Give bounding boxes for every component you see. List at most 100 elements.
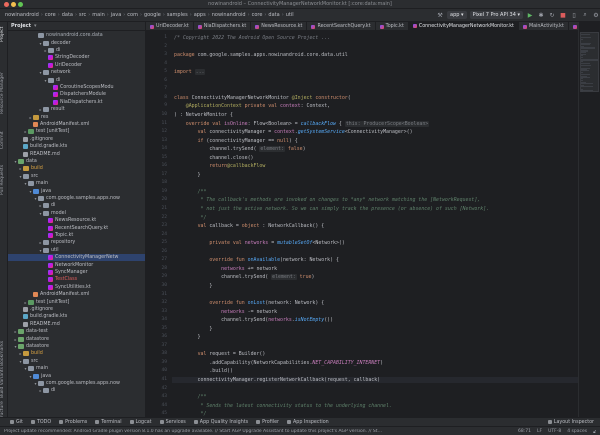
project-tree-item[interactable]: NetworkMonitor [8,261,145,268]
project-tree-item[interactable]: NewsResource.kt [8,217,145,224]
settings-icon[interactable]: ⚙ [592,11,600,19]
project-tree-item[interactable]: DispatchersModule [8,91,145,98]
breadcrumb-item[interactable]: samples [165,12,190,18]
editor-tab[interactable]: Topic.kt [376,22,409,30]
bottom-tool-button[interactable]: Logcat [129,420,152,425]
project-tree-item[interactable]: ▾ java [8,372,145,379]
bottom-tool-button[interactable]: Terminal [95,420,122,425]
editor-tab[interactable]: RecentSearchQuery.kt [307,22,376,30]
project-tree-item[interactable]: ▾ main [8,365,145,372]
project-tool-tab[interactable]: Project [0,24,8,44]
breadcrumb-item[interactable]: core [250,12,265,18]
stop-icon[interactable]: ■ [559,11,567,19]
project-tree-item[interactable]: ▾ main [8,180,145,187]
editor-tab[interactable]: UriDecoder.kt [146,22,194,30]
bottom-tool-button[interactable]: Git [10,420,23,425]
project-tree-item[interactable]: ▾ model [8,210,145,217]
project-tree-item[interactable]: CoroutineScopesModu [8,84,145,91]
project-tree-item[interactable]: ▸ build [8,350,145,357]
project-tree-item[interactable]: TestClass [8,276,145,283]
project-tree-item[interactable]: ▾ decoder [8,39,145,46]
breadcrumb-item[interactable]: google [142,12,163,18]
project-tree-item[interactable]: AndroidManifest.xml [8,121,145,128]
breadcrumb-item[interactable]: data [266,12,281,18]
editor-scrollbar[interactable] [578,22,600,417]
project-tree-item[interactable]: ▸ di [8,202,145,209]
breadcrumb-item[interactable]: core [43,12,58,18]
breadcrumb-item[interactable]: com [125,12,140,18]
inlay-hint[interactable]: this: ProducerScope<Boolean> [344,120,430,127]
editor-tab[interactable]: Sear [569,22,578,30]
breadcrumb-item[interactable]: data [60,12,75,18]
bottom-tool-button[interactable]: Profiler [256,420,279,425]
breadcrumb-item[interactable]: util [284,12,296,18]
bottom-tool-button[interactable]: Services [159,420,186,425]
project-tree-item[interactable]: nowinandroid.core.data [8,32,145,39]
project-tree-item[interactable]: AndroidManifest.xml [8,291,145,298]
project-tree-item[interactable]: ▾ com.google.samples.apps.now [8,380,145,387]
project-tree-item[interactable]: ▸ test [unitTest] [8,128,145,135]
search-icon[interactable]: ⌕ [581,11,589,19]
bottom-tool-button[interactable]: App Quality Insights [193,420,248,425]
editor-tab[interactable]: NiaDispatchers.kt [194,22,252,30]
lock-icon[interactable]: 🔓︎ [593,429,596,435]
editor-tab[interactable]: ConnectivityManagerNetworkMonitor.kt [408,22,519,30]
bottom-tool-button[interactable]: App Inspection [287,420,329,425]
project-tree-item[interactable]: StringDecoder [8,54,145,61]
project-tree-item[interactable]: SyncManager [8,269,145,276]
pull-requests-tool-tab[interactable]: Pull Requests [0,162,8,198]
chevron-down-icon[interactable]: ▾ [34,23,37,29]
breadcrumb-item[interactable]: src [77,12,88,18]
breadcrumb-item[interactable]: main [90,12,107,18]
run-icon[interactable]: ▶ [526,11,534,19]
project-tree-item[interactable]: ▸ datastore [8,335,145,342]
project-tree-item[interactable]: ▸ data-test [8,328,145,335]
project-tree-item[interactable]: ▸ di [8,387,145,394]
inlay-hint[interactable]: element: [259,146,285,153]
build-variants-tool-tab[interactable]: Build Variants [0,367,8,398]
bottom-tool-button[interactable]: TODO [30,420,51,425]
project-tree-item[interactable]: README.md [8,321,145,328]
indent-setting[interactable]: 4 spaces [567,429,587,434]
project-tree-item[interactable]: .gitignore [8,136,145,143]
editor-tab[interactable]: NewsResource.kt [251,22,308,30]
debug-icon[interactable]: ✱ [537,11,545,19]
inlay-hint[interactable]: element: [271,274,297,281]
run-config-select[interactable]: app ▾ [447,11,467,19]
project-tree-item[interactable]: ▸ result [8,106,145,113]
breadcrumb-item[interactable]: apps [192,12,208,18]
editor-tab[interactable]: MainActivity.kt [519,22,569,30]
project-tree-item[interactable]: ▾ di [8,76,145,83]
project-tree-item[interactable]: ▾ src [8,358,145,365]
breadcrumb-item[interactable]: nowinandroid [3,12,41,18]
project-tree-item[interactable]: ▾ datastore [8,343,145,350]
project-tree-item[interactable]: .gitignore [8,306,145,313]
bookmarks-tool-tab[interactable]: Bookmarks [0,340,8,366]
project-tree-item[interactable]: ▸ repository [8,239,145,246]
cursor-position[interactable]: 68:71 [518,429,531,434]
project-tree-item[interactable]: ConnectivityManagerNetw [8,254,145,262]
project-tree-item[interactable]: build.gradle.kts [8,143,145,150]
project-tree-item[interactable]: ▾ java [8,187,145,194]
hammer-icon[interactable]: ⚒ [436,11,444,19]
project-tree-item[interactable]: README.md [8,150,145,157]
project-tree-item[interactable]: ▾ network [8,69,145,76]
device-manager-icon[interactable]: ▯ [570,11,578,19]
breadcrumb-item[interactable]: java [109,12,123,18]
sync-icon[interactable]: ↻ [548,11,556,19]
file-encoding[interactable]: UTF-8 [548,429,561,434]
bottom-tool-button[interactable]: Problems [59,420,87,425]
project-tree-item[interactable]: RecentSearchQuery.kt [8,224,145,231]
code-editor[interactable]: /* Copyright 2022 The Android Open Sourc… [172,31,578,417]
resource-manager-tool-tab[interactable]: Resource Manager [0,70,8,116]
project-panel-header[interactable]: Project ▾ [8,22,145,31]
project-tree-item[interactable]: ▸ di [8,47,145,54]
inlay-hint[interactable]: ... [194,69,206,76]
project-tree-item[interactable]: SyncUtilities.kt [8,284,145,291]
line-separator[interactable]: LF [537,429,542,434]
layout-inspector-tool[interactable]: Layout Inspector [547,420,594,425]
project-tree-item[interactable]: ▸ build [8,165,145,172]
project-tree-item[interactable]: Topic.kt [8,232,145,239]
project-tree-item[interactable]: ▾ util [8,247,145,254]
project-tree-item[interactable]: ▾ data [8,158,145,165]
